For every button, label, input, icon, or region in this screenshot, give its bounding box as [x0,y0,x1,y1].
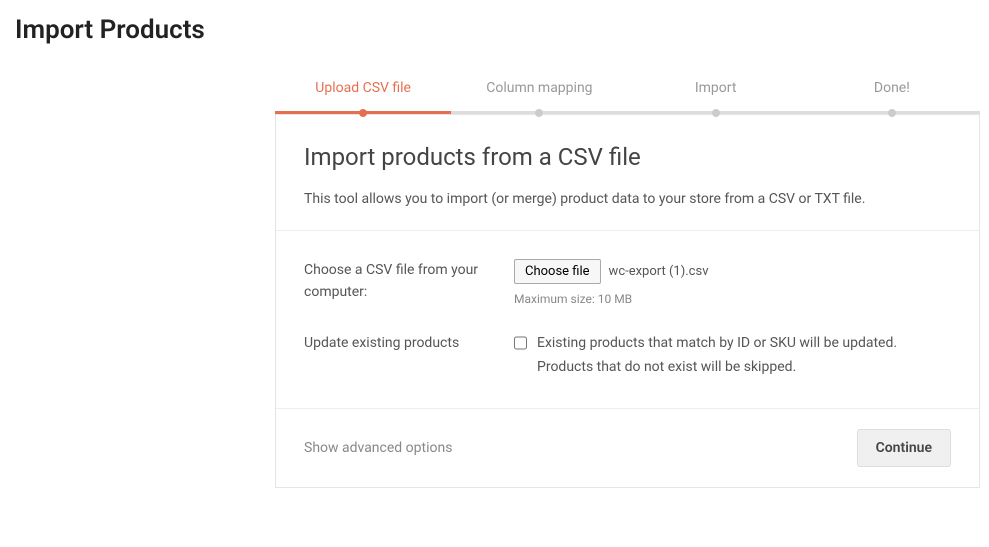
update-checkbox-row: Existing products that match by ID or SK… [514,332,951,380]
step-dot [359,109,367,117]
card-body: Choose a CSV file from your computer: Ch… [276,230,979,408]
step-upload-csv[interactable]: Upload CSV file [275,80,451,114]
update-row: Update existing products Existing produc… [304,332,951,380]
step-dot [535,109,543,117]
update-control: Existing products that match by ID or SK… [514,332,951,380]
max-size-text: Maximum size: 10 MB [514,292,951,306]
step-label: Column mapping [486,80,592,96]
step-label: Upload CSV file [315,80,411,96]
card-footer: Show advanced options Continue [276,408,979,487]
show-advanced-link[interactable]: Show advanced options [304,440,452,456]
page-title: Import Products [15,15,989,45]
update-label: Update existing products [304,332,514,380]
import-card: Import products from a CSV file This too… [275,114,980,488]
step-label: Done! [874,80,910,96]
progress-steps: Upload CSV file Column mapping Import Do… [275,80,980,114]
update-existing-checkbox[interactable] [514,336,527,350]
import-wizard: Upload CSV file Column mapping Import Do… [275,80,980,488]
file-row: Choose a CSV file from your computer: Ch… [304,259,951,306]
step-dot [712,109,720,117]
step-dot [888,109,896,117]
file-label: Choose a CSV file from your computer: [304,259,514,306]
step-done[interactable]: Done! [804,80,980,114]
selected-file-name: wc-export (1).csv [609,264,709,279]
file-picker: Choose file wc-export (1).csv [514,259,709,284]
card-title: Import products from a CSV file [304,143,951,171]
card-description: This tool allows you to import (or merge… [304,189,951,210]
card-header: Import products from a CSV file This too… [276,115,979,230]
step-import[interactable]: Import [628,80,804,114]
continue-button[interactable]: Continue [857,429,951,467]
step-label: Import [695,80,737,96]
update-help-text: Existing products that match by ID or SK… [537,332,951,380]
choose-file-button[interactable]: Choose file [514,259,601,284]
file-control: Choose file wc-export (1).csv Maximum si… [514,259,951,306]
step-column-mapping[interactable]: Column mapping [451,80,627,114]
